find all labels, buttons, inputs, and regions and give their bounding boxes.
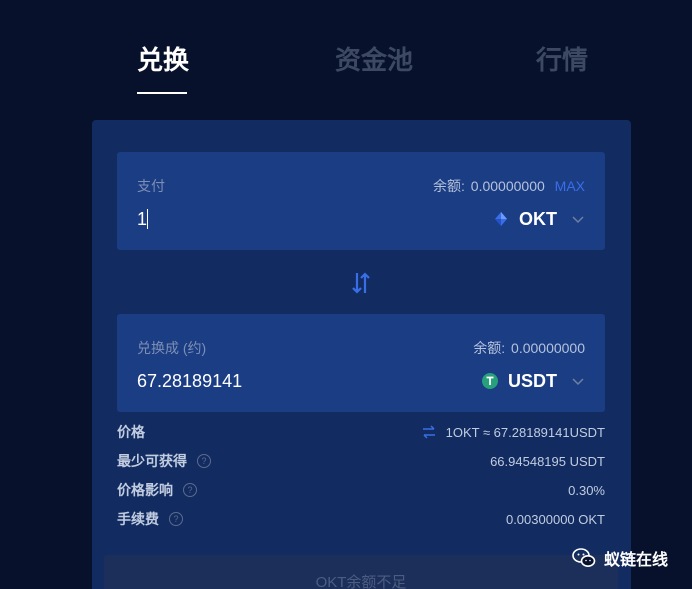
- tab-market[interactable]: 行情: [536, 42, 588, 78]
- help-icon[interactable]: ?: [197, 454, 211, 468]
- pay-panel: 支付 余额: 0.00000000 MAX OKT: [117, 152, 605, 250]
- swap-page: 兑换 资金池 行情 支付 余额: 0.00000000 MAX OKT: [0, 0, 692, 589]
- price-impact-value: 0.30%: [568, 482, 605, 498]
- receive-balance: 余额: 0.00000000: [473, 338, 585, 358]
- pay-label: 支付: [137, 178, 165, 194]
- min-received-value: 66.94548195 USDT: [490, 453, 605, 469]
- receive-panel: 兑换成 (约) 余额: 0.00000000 USDT: [117, 314, 605, 412]
- help-icon[interactable]: ?: [169, 512, 183, 526]
- receive-balance-value: 0.00000000: [511, 340, 585, 356]
- min-received-label: 最少可获得 ?: [117, 451, 211, 471]
- swap-card: 支付 余额: 0.00000000 MAX OKT: [92, 120, 631, 589]
- price-label: 价格: [117, 422, 145, 442]
- price-value: 1OKT ≈ 67.28189141USDT: [422, 422, 605, 442]
- usdt-token-icon: [482, 373, 498, 389]
- swap-details: 价格 1OKT ≈ 67.28189141USDT 最少可获得 ? 66.945…: [117, 422, 605, 538]
- pay-amount-input[interactable]: [137, 206, 337, 232]
- pay-balance: 余额: 0.00000000 MAX: [433, 176, 585, 196]
- price-impact-label-text: 价格影响: [117, 482, 173, 498]
- chevron-down-icon: [572, 378, 584, 386]
- pay-balance-prefix: 余额:: [433, 178, 465, 194]
- price-impact-label: 价格影响 ?: [117, 480, 197, 500]
- chevron-down-icon: [572, 216, 584, 224]
- insufficient-balance-button[interactable]: OKT余额不足: [104, 555, 618, 589]
- receive-amount-input[interactable]: [137, 368, 337, 394]
- fee-label: 手续费 ?: [117, 509, 183, 529]
- tab-liquidity-pool[interactable]: 资金池: [335, 42, 413, 78]
- wechat-icon: [572, 548, 596, 567]
- pay-balance-value: 0.00000000: [470, 178, 545, 194]
- top-tabs: 兑换 资金池 行情: [0, 0, 692, 100]
- min-received-label-text: 最少可获得: [117, 453, 187, 469]
- fee-row: 手续费 ? 0.00300000 OKT: [117, 509, 605, 538]
- price-label-text: 价格: [117, 424, 145, 440]
- fee-value: 0.00300000 OKT: [505, 511, 605, 527]
- okt-token-icon: [495, 212, 507, 226]
- watermark-text: 蚁链在线: [603, 552, 668, 569]
- fee-label-text: 手续费: [117, 511, 159, 527]
- price-impact-row: 价格影响 ? 0.30%: [117, 480, 605, 509]
- price-row: 价格 1OKT ≈ 67.28189141USDT: [117, 422, 605, 451]
- receive-label: 兑换成 (约): [137, 340, 207, 356]
- max-button[interactable]: MAX: [555, 178, 585, 194]
- pay-token-select[interactable]: OKT: [493, 206, 585, 232]
- exchange-rate-toggle-icon[interactable]: [422, 425, 436, 439]
- watermark: 蚁链在线: [572, 546, 668, 570]
- tab-swap[interactable]: 兑换: [137, 42, 189, 78]
- receive-token-select[interactable]: USDT: [482, 368, 585, 394]
- receive-token-name: USDT: [508, 370, 557, 391]
- receive-balance-prefix: 余额:: [473, 340, 506, 356]
- swap-direction-icon[interactable]: [350, 270, 372, 296]
- price-value-text: 1OKT ≈ 67.28189141USDT: [445, 424, 605, 440]
- min-received-row: 最少可获得 ? 66.94548195 USDT: [117, 451, 605, 480]
- pay-token-name: OKT: [519, 208, 557, 229]
- help-icon[interactable]: ?: [183, 483, 197, 497]
- active-tab-indicator: [137, 92, 187, 94]
- text-caret: [147, 209, 148, 229]
